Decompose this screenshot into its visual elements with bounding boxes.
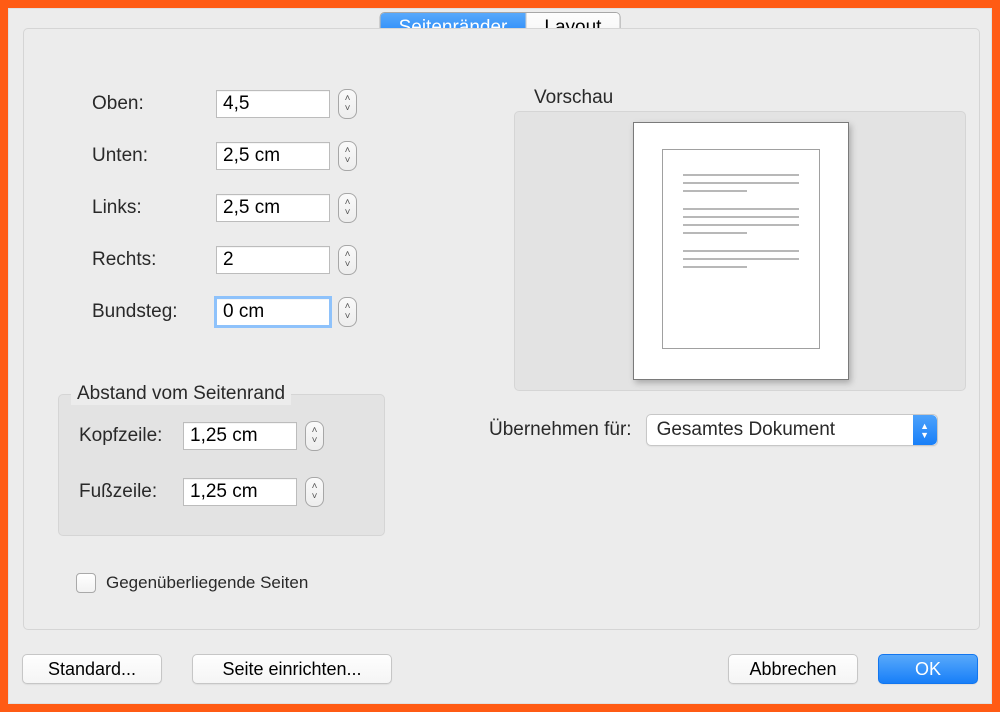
row-apply-to: Übernehmen für: Gesamtes Dokument ▲▼: [489, 414, 938, 446]
input-right[interactable]: [216, 246, 330, 274]
button-default[interactable]: Standard...: [22, 654, 162, 684]
label-right: Rechts:: [92, 249, 212, 271]
input-footer[interactable]: [183, 478, 297, 506]
label-mirror: Gegenüberliegende Seiten: [106, 573, 308, 593]
chevron-down-icon: ˅: [345, 156, 351, 166]
stepper-top[interactable]: ˄˅: [338, 89, 357, 119]
input-bottom[interactable]: [216, 142, 330, 170]
margins-panel: Oben: ˄˅ Unten: ˄˅ Links: ˄˅ Rechts: ˄˅ …: [23, 28, 980, 630]
preview-lines: [683, 174, 799, 274]
preview-page: [633, 122, 849, 380]
label-top: Oben:: [92, 93, 212, 115]
input-left[interactable]: [216, 194, 330, 222]
preview-box: [514, 111, 966, 391]
label-bottom: Unten:: [92, 145, 212, 167]
input-gutter[interactable]: [216, 298, 330, 326]
label-preview: Vorschau: [534, 87, 613, 109]
stepper-footer[interactable]: ˄˅: [305, 477, 324, 507]
chevron-down-icon: ˅: [345, 208, 351, 218]
input-top[interactable]: [216, 90, 330, 118]
row-right: Rechts: ˄˅: [92, 245, 357, 275]
stepper-header[interactable]: ˄˅: [305, 421, 324, 451]
preview-text-area: [662, 149, 820, 349]
stepper-left[interactable]: ˄˅: [338, 193, 357, 223]
select-apply-to[interactable]: Gesamtes Dokument ▲▼: [646, 414, 938, 446]
group-from-edge: Abstand vom Seitenrand Kopfzeile: ˄˅ Fuß…: [58, 394, 385, 536]
row-left: Links: ˄˅: [92, 193, 357, 223]
chevron-down-icon: ˅: [345, 260, 351, 270]
row-top: Oben: ˄˅: [92, 89, 357, 119]
row-footer: Fußzeile: ˄˅: [79, 477, 324, 507]
button-ok[interactable]: OK: [878, 654, 978, 684]
stepper-gutter[interactable]: ˄˅: [338, 297, 357, 327]
stepper-bottom[interactable]: ˄˅: [338, 141, 357, 171]
label-header: Kopfzeile:: [79, 425, 179, 447]
stepper-right[interactable]: ˄˅: [338, 245, 357, 275]
legend-from-edge: Abstand vom Seitenrand: [71, 383, 291, 405]
row-bottom: Unten: ˄˅: [92, 141, 357, 171]
chevron-down-icon: ˅: [312, 492, 318, 502]
button-page-setup[interactable]: Seite einrichten...: [192, 654, 392, 684]
checkbox-mirror[interactable]: [76, 573, 96, 593]
chevron-down-icon: ˅: [345, 312, 351, 322]
chevron-down-icon: ˅: [312, 436, 318, 446]
label-apply-to: Übernehmen für:: [489, 419, 632, 441]
label-gutter: Bundsteg:: [92, 301, 212, 323]
chevron-down-icon: ˅: [345, 104, 351, 114]
label-footer: Fußzeile:: [79, 481, 179, 503]
row-gutter: Bundsteg: ˄˅: [92, 297, 357, 327]
row-mirror: Gegenüberliegende Seiten: [76, 573, 308, 593]
select-apply-to-value: Gesamtes Dokument: [657, 419, 835, 441]
select-arrows-icon: ▲▼: [913, 415, 937, 445]
label-left: Links:: [92, 197, 212, 219]
dialog-footer: Standard... Seite einrichten... Abbreche…: [22, 654, 978, 690]
button-cancel[interactable]: Abbrechen: [728, 654, 858, 684]
row-header: Kopfzeile: ˄˅: [79, 421, 324, 451]
page-setup-dialog: Seitenränder Layout Oben: ˄˅ Unten: ˄˅ L…: [8, 8, 992, 704]
input-header[interactable]: [183, 422, 297, 450]
